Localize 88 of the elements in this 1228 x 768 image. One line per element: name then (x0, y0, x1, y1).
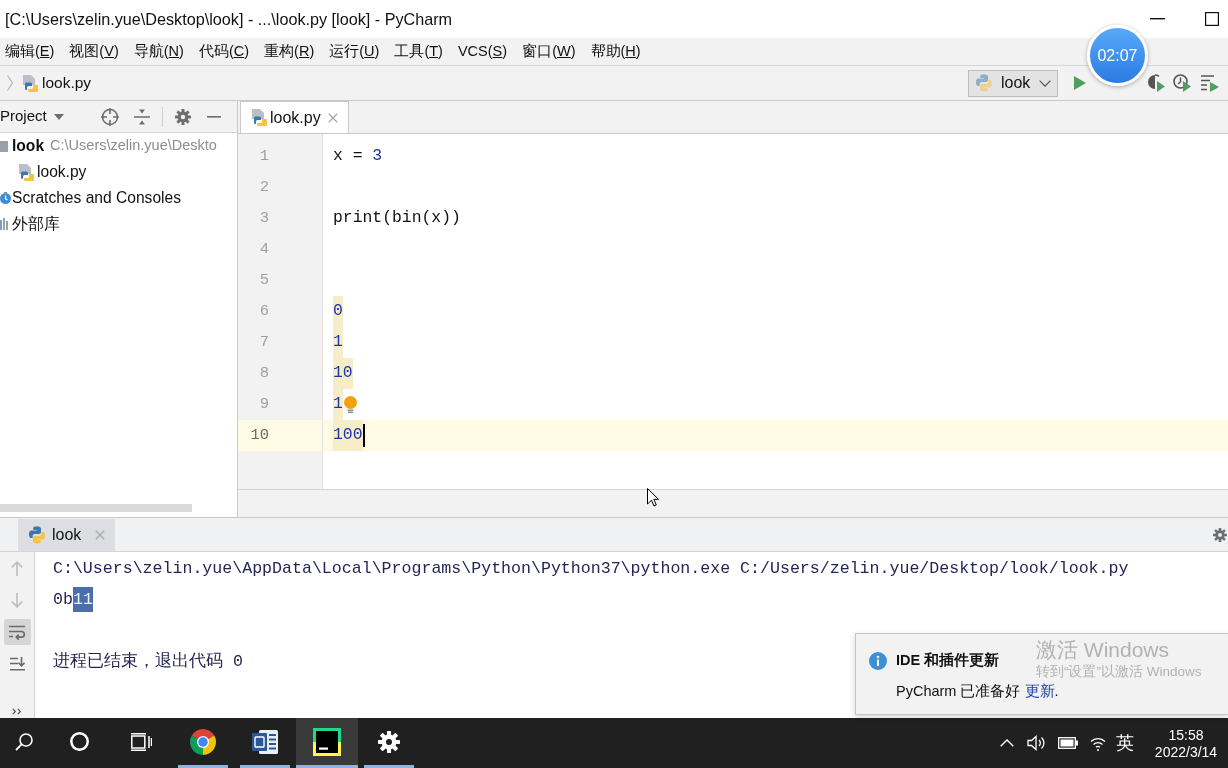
battery-icon[interactable] (1058, 737, 1078, 749)
folder-icon (0, 140, 8, 152)
update-link[interactable]: 更新 (1024, 682, 1055, 699)
minimize-icon[interactable] (1150, 18, 1165, 20)
arrow-up-icon (11, 560, 23, 576)
menu-item[interactable]: 编辑(E) (5, 44, 55, 59)
menu-item[interactable]: 视图(V) (69, 44, 119, 59)
python-file-icon (251, 109, 267, 126)
console-text: 11 (72, 587, 93, 612)
taskbar-button[interactable] (296, 718, 358, 768)
caret-down-icon (53, 113, 64, 120)
settings-icon[interactable] (1213, 527, 1227, 542)
menu-item[interactable]: 代码(C) (198, 44, 250, 59)
wifi-icon[interactable] (1090, 735, 1106, 751)
speaker-icon[interactable] (1027, 735, 1045, 751)
activation-watermark-title: 激活 Windows (1036, 637, 1171, 663)
console-text: 0b (53, 589, 73, 611)
minimize-icon[interactable] (206, 115, 221, 118)
settings-icon[interactable] (174, 108, 191, 125)
chevron-right-icon (7, 75, 13, 91)
ring-icon (69, 732, 89, 751)
line-number: 1 (258, 145, 269, 167)
console-text: C:\Users\zelin.yue\AppData\Local\Programs\Python\Python37\python.exe C:/Users/zelin.yue/Desktop/look/look.py (53, 558, 1129, 580)
more-icon[interactable] (12, 708, 22, 715)
path-hint: C:\Users\zelin.yue\Deskto (50, 136, 217, 156)
activation-watermark-text: 转到“设置”以激活 Windows (1036, 663, 1202, 681)
tree-item[interactable]: look (12, 134, 45, 158)
round-logo-icon (190, 728, 216, 755)
code-line: x = 3 (333, 145, 383, 168)
text-cursor (362, 424, 365, 447)
tree-item[interactable]: look.py (37, 160, 87, 184)
run-tab[interactable]: look (18, 518, 115, 551)
lightbulb-icon[interactable] (343, 396, 357, 413)
python-logo-icon (975, 74, 993, 92)
code-line: print(bin(x)) (333, 207, 461, 230)
line-number: 7 (258, 331, 269, 353)
arrow-down-icon (11, 592, 23, 608)
editor-tab[interactable]: look.py (240, 101, 349, 133)
line-number: 4 (258, 238, 269, 260)
window-title: [C:\Users\zelin.yue\Desktop\look] - ...\look.py [look] - PyCharm (4, 8, 453, 30)
notification-message: PyCharm 已准备好 更新. (896, 681, 1060, 701)
python-file-icon (22, 74, 38, 92)
breadcrumb-item[interactable]: look.py (22, 71, 92, 95)
settings-icon (378, 730, 400, 753)
line-number: 9 (258, 393, 269, 415)
soft-wrap-button[interactable] (3, 619, 31, 645)
line-number: 8 (258, 362, 269, 384)
clock-time: 15:58 (1168, 727, 1204, 742)
line-number: 10 (249, 424, 269, 446)
collapse-all-icon[interactable] (133, 108, 150, 125)
maximize-icon[interactable] (1205, 12, 1219, 26)
menu-item[interactable]: 重构(R) (264, 44, 315, 59)
input-method-indicator[interactable]: 英 (1116, 734, 1134, 752)
chevron-down-icon (1039, 79, 1051, 87)
scrollbar-thumb[interactable] (0, 504, 192, 512)
search-icon (15, 732, 33, 751)
notification-title: IDE 和插件更新 (896, 651, 1000, 670)
document-app-icon (252, 729, 278, 754)
info-icon (869, 651, 887, 670)
tree-item[interactable]: 外部库 (12, 212, 60, 236)
line-number: 3 (258, 207, 269, 229)
ide-logo-icon (313, 727, 341, 756)
coverage-icon[interactable] (1148, 74, 1165, 92)
scroll-to-end-icon (9, 657, 25, 671)
menu-item[interactable]: 运行(U) (329, 44, 380, 59)
bars-icon (0, 218, 8, 230)
run-configuration-dropdown[interactable]: look (968, 69, 1058, 97)
crosshair-icon[interactable] (100, 107, 119, 126)
menu-item[interactable]: VCS(S) (457, 44, 508, 59)
line-number: 5 (258, 269, 269, 291)
menu-item[interactable]: 帮助(H) (590, 44, 641, 59)
menu-item[interactable]: 窗口(W) (522, 44, 576, 59)
python-file-icon (18, 163, 34, 181)
console-text: 进程已结束，退出代码 0 (53, 651, 243, 673)
run-list-icon[interactable] (1201, 74, 1219, 92)
python-logo-icon (28, 525, 46, 544)
clock-date: 2022/3/14 (1154, 744, 1218, 759)
menu-item[interactable]: 工具(T) (394, 44, 443, 59)
task-view-icon (130, 732, 152, 751)
project-view-dropdown[interactable]: Project (0, 105, 64, 128)
chevron-up-icon[interactable] (1000, 739, 1014, 747)
line-number: 2 (258, 176, 269, 198)
line-number: 6 (258, 300, 269, 322)
menu-item[interactable]: 导航(N) (133, 44, 184, 59)
tree-item[interactable]: Scratches and Consoles (12, 186, 182, 210)
wrap-icon (9, 624, 25, 640)
profiler-icon[interactable] (1173, 74, 1191, 92)
run-icon[interactable] (1074, 76, 1086, 90)
